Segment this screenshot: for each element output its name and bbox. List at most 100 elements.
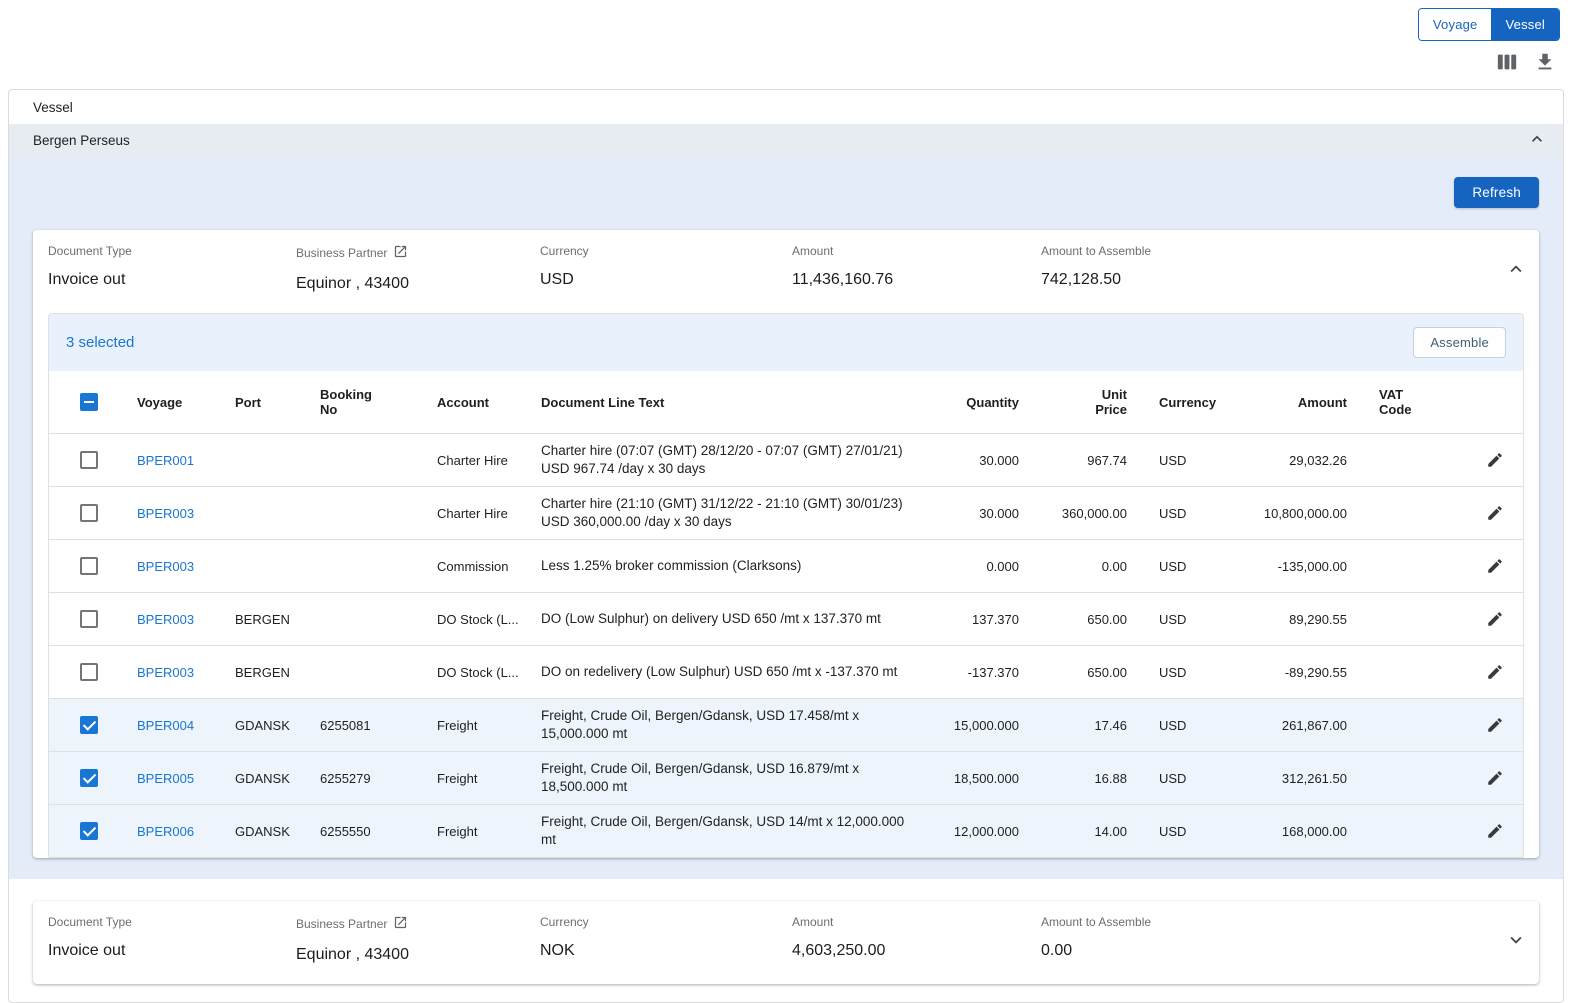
amount-cell: 29,032.26 <box>1237 445 1377 476</box>
edit-line-button[interactable] <box>1482 765 1508 791</box>
port-cell <box>227 452 312 468</box>
booking-no-cell <box>312 452 429 468</box>
vessel-group-header[interactable]: Bergen Perseus <box>9 124 1563 157</box>
edit-line-button[interactable] <box>1482 606 1508 632</box>
booking-no-cell <box>312 505 429 521</box>
edit-icon <box>1486 669 1504 684</box>
toggle-voyage-button[interactable]: Voyage <box>1419 9 1492 40</box>
refresh-button[interactable]: Refresh <box>1454 177 1539 208</box>
currency-cell: USD <box>1157 763 1237 794</box>
table-row: BPER003 Charter Hire Charter hire (21:10… <box>49 486 1523 539</box>
port-cell: BERGEN <box>227 657 312 688</box>
account-cell: DO Stock (L... <box>429 604 533 635</box>
unit-price-cell: 360,000.00 <box>1049 498 1157 529</box>
voyage-cell: BPER003 <box>129 657 227 688</box>
row-checkbox[interactable] <box>80 610 98 628</box>
account-cell: Freight <box>429 816 533 847</box>
columns-button[interactable] <box>1496 51 1518 73</box>
booking-no-cell <box>312 664 429 680</box>
edit-line-button[interactable] <box>1482 712 1508 738</box>
table-row: BPER005 GDANSK 6255279 Freight Freight, … <box>49 751 1523 804</box>
table-row: BPER001 Charter Hire Charter hire (07:07… <box>49 433 1523 486</box>
col-port: Port <box>227 387 312 418</box>
account-cell: Charter Hire <box>429 445 533 476</box>
row-checkbox[interactable] <box>80 504 98 522</box>
field-label: Amount to Assemble <box>1041 244 1493 258</box>
open-in-new-icon[interactable] <box>393 244 408 262</box>
amount-cell: 312,261.50 <box>1237 763 1377 794</box>
quantity-cell: 0.000 <box>949 551 1049 582</box>
currency-cell: USD <box>1157 604 1237 635</box>
col-voyage: Voyage <box>129 387 227 418</box>
document-field: Business Partner Equinor , 43400 <box>296 244 540 293</box>
currency-cell: USD <box>1157 657 1237 688</box>
field-label: Document Type <box>48 915 296 929</box>
currency-cell: USD <box>1157 445 1237 476</box>
quantity-cell: 30.000 <box>949 498 1049 529</box>
vat-code-cell <box>1377 823 1467 839</box>
document-card-nok: Document Type Invoice out Business Partn… <box>33 901 1539 984</box>
select-all-checkbox[interactable] <box>80 393 98 411</box>
voyage-cell: BPER003 <box>129 551 227 582</box>
row-checkbox[interactable] <box>80 451 98 469</box>
top-bar: Voyage Vessel <box>0 0 1572 41</box>
edit-icon <box>1486 457 1504 472</box>
edit-line-button[interactable] <box>1482 659 1508 685</box>
vat-code-cell <box>1377 664 1467 680</box>
row-checkbox[interactable] <box>80 663 98 681</box>
document-line-text-cell: Less 1.25% broker commission (Clarksons) <box>533 549 949 583</box>
table-row: BPER003 BERGEN DO Stock (L... DO on rede… <box>49 645 1523 698</box>
unit-price-cell: 16.88 <box>1049 763 1157 794</box>
port-cell: BERGEN <box>227 604 312 635</box>
expand-document-button[interactable] <box>1505 929 1527 951</box>
currency-cell: USD <box>1157 710 1237 741</box>
voyage-cell: BPER003 <box>129 498 227 529</box>
voyage-link[interactable]: BPER004 <box>137 718 194 733</box>
collapse-document-button[interactable] <box>1505 258 1527 280</box>
col-amount: Amount <box>1237 387 1377 418</box>
vat-code-cell <box>1377 505 1467 521</box>
table-row: BPER003 Commission Less 1.25% broker com… <box>49 539 1523 592</box>
port-cell: GDANSK <box>227 763 312 794</box>
document-field: Document Type Invoice out <box>48 244 296 289</box>
edit-line-button[interactable] <box>1482 447 1508 473</box>
edit-line-button[interactable] <box>1482 818 1508 844</box>
document-card-usd: Document Type Invoice out Business Partn… <box>33 230 1539 858</box>
voyage-link[interactable]: BPER003 <box>137 612 194 627</box>
unit-price-cell: 0.00 <box>1049 551 1157 582</box>
document-line-text-cell: Charter hire (21:10 (GMT) 31/12/22 - 21:… <box>533 487 949 539</box>
voyage-link[interactable]: BPER003 <box>137 559 194 574</box>
open-in-new-icon[interactable] <box>393 915 408 933</box>
download-button[interactable] <box>1534 51 1556 73</box>
col-document-line-text: Document Line Text <box>533 387 949 418</box>
row-checkbox[interactable] <box>80 557 98 575</box>
voyage-link[interactable]: BPER005 <box>137 771 194 786</box>
voyage-link[interactable]: BPER001 <box>137 453 194 468</box>
row-checkbox[interactable] <box>80 822 98 840</box>
document-line-text-cell: Charter hire (07:07 (GMT) 28/12/20 - 07:… <box>533 434 949 486</box>
voyage-link[interactable]: BPER003 <box>137 665 194 680</box>
edit-icon <box>1486 828 1504 843</box>
unit-price-cell: 650.00 <box>1049 604 1157 635</box>
table-header-row: Voyage Port Booking No Account Document … <box>49 371 1523 433</box>
voyage-link[interactable]: BPER006 <box>137 824 194 839</box>
amount-cell: 89,290.55 <box>1237 604 1377 635</box>
booking-no-cell <box>312 611 429 627</box>
field-value: USD <box>540 271 792 289</box>
col-vat-code: VAT Code <box>1377 379 1467 425</box>
chevron-up-icon <box>1527 129 1547 152</box>
edit-line-button[interactable] <box>1482 500 1508 526</box>
toggle-vessel-button[interactable]: Vessel <box>1491 9 1559 40</box>
row-checkbox[interactable] <box>80 769 98 787</box>
quantity-cell: 137.370 <box>949 604 1049 635</box>
voyage-link[interactable]: BPER003 <box>137 506 194 521</box>
edit-line-button[interactable] <box>1482 553 1508 579</box>
unit-price-cell: 967.74 <box>1049 445 1157 476</box>
port-cell: GDANSK <box>227 710 312 741</box>
field-value: Equinor , 43400 <box>296 275 540 293</box>
row-checkbox[interactable] <box>80 716 98 734</box>
table-actions <box>0 41 1572 79</box>
field-label: Amount <box>792 915 1041 929</box>
field-value: 0.00 <box>1041 942 1493 960</box>
assemble-button[interactable]: Assemble <box>1413 327 1506 358</box>
